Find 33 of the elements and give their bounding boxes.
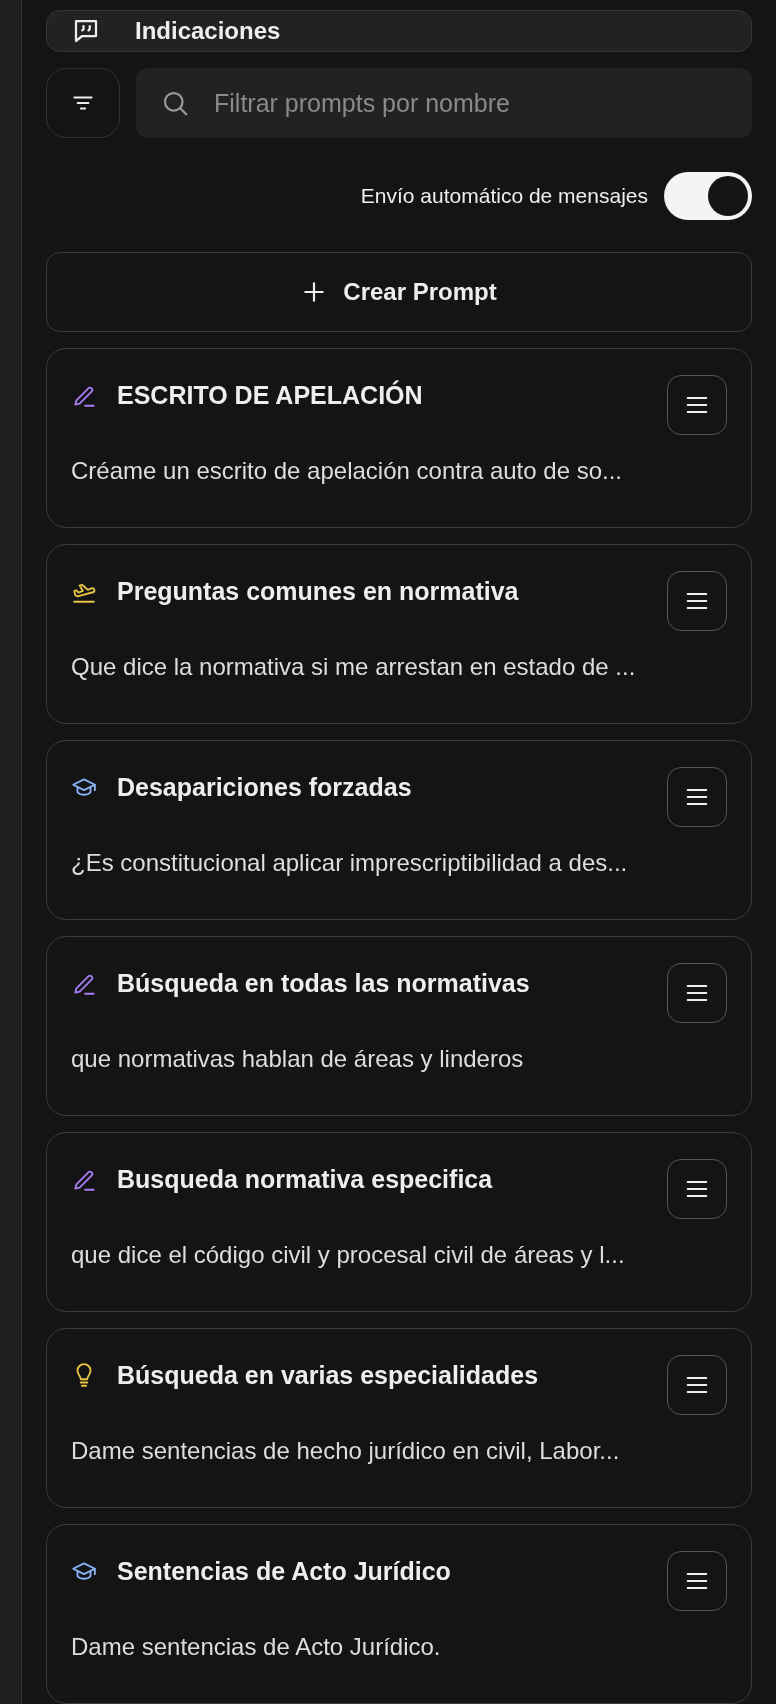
prompt-text: que normativas hablan de áreas y linderos	[71, 1044, 525, 1074]
prompt-title: Sentencias de Acto Jurídico	[117, 1556, 452, 1587]
prompt-text: Que dice la normativa si me arrestan en estado de ...	[71, 652, 637, 682]
prompt-title: Búsqueda en todas las normativas	[117, 968, 531, 999]
menu-button[interactable]	[667, 1355, 727, 1415]
prompt-title: Búsqueda en varias especialidades	[117, 1360, 540, 1391]
prompt-text: que dice el código civil y procesal civil de áreas y l...	[71, 1240, 626, 1270]
prompt-card[interactable]: ESCRITO DE APELACIÓN Créame un escrito de apelación contra auto de so...	[46, 348, 752, 528]
auto-send-toggle[interactable]	[664, 172, 752, 220]
prompt-card[interactable]: Preguntas comunes en normativa Que dice la normativa si me arrestan en estado de ...	[46, 544, 752, 724]
prompt-title: Busqueda normativa especifica	[117, 1164, 494, 1195]
prompt-title: Preguntas comunes en normativa	[117, 576, 520, 607]
menu-button[interactable]	[667, 767, 727, 827]
menu-button[interactable]	[667, 571, 727, 631]
prompt-text: Dame sentencias de Acto Jurídico.	[71, 1632, 442, 1662]
panel-title: Indicaciones	[135, 17, 281, 45]
prompt-text: ¿Es constitucional aplicar imprescriptibilidad a des...	[71, 848, 629, 878]
prompt-card[interactable]: Desapariciones forzadas ¿Es constitucional aplicar imprescriptibilidad a des...	[46, 740, 752, 920]
create-prompt-button[interactable]: Crear Prompt	[46, 252, 752, 332]
prompt-card[interactable]: Búsqueda en todas las normativas que normativas hablan de áreas y linderos	[46, 936, 752, 1116]
prompt-title: ESCRITO DE APELACIÓN	[117, 379, 424, 411]
menu-button[interactable]	[667, 1159, 727, 1219]
menu-button[interactable]	[667, 1551, 727, 1611]
search-field[interactable]: Filtrar prompts por nombre	[136, 68, 752, 138]
prompt-text: Créame un escrito de apelación contra auto de so...	[71, 456, 623, 486]
menu-button[interactable]	[667, 375, 727, 435]
prompt-text: Dame sentencias de hecho jurídico en civil, Labor...	[71, 1436, 621, 1466]
auto-send-label: Envío automático de mensajes	[360, 184, 648, 208]
prompt-card[interactable]: Sentencias de Acto Jurídico Dame sentencias de Acto Jurídico.	[46, 1524, 752, 1704]
prompt-card[interactable]: Búsqueda en varias especialidades Dame sentencias de hecho jurídico en civil, Labor...	[46, 1328, 752, 1508]
prompt-title: Desapariciones forzadas	[117, 772, 413, 803]
menu-button[interactable]	[667, 963, 727, 1023]
prompt-card[interactable]: Busqueda normativa especifica que dice el código civil y procesal civil de áreas y l...	[46, 1132, 752, 1312]
